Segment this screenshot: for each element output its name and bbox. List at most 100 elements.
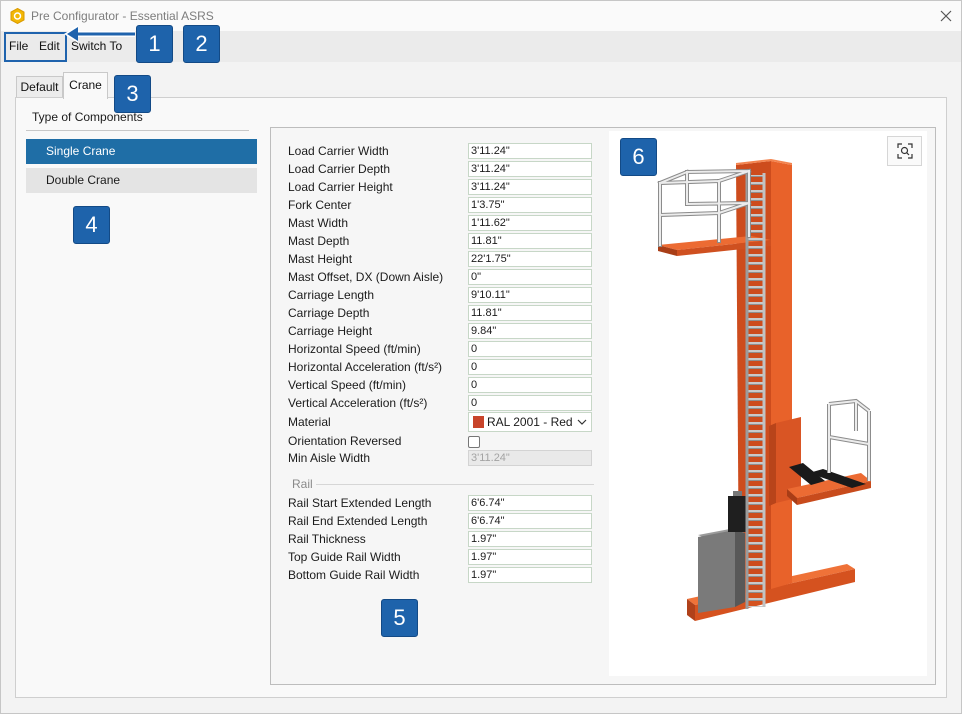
property-label: Load Carrier Width [288, 144, 389, 158]
property-label: Vertical Acceleration (ft/s²) [288, 396, 428, 410]
property-label: Mast Depth [288, 234, 350, 248]
property-row: Rail Start Extended Length [288, 494, 594, 512]
top-guide-rail-width-input[interactable] [468, 549, 592, 565]
property-row: Mast Offset, DX (Down Aisle) [288, 268, 594, 286]
crane-upper-load-cage [657, 168, 752, 247]
property-row: Horizontal Speed (ft/min) [288, 340, 594, 358]
property-label: Material [288, 415, 331, 429]
property-label: Carriage Height [288, 324, 373, 338]
callout-badge-5: 5 [381, 599, 418, 637]
tab-default[interactable]: Default [16, 76, 63, 98]
callout-badge-3: 3 [114, 75, 151, 113]
property-row: Horizontal Acceleration (ft/s²) [288, 358, 594, 376]
property-row: Load Carrier Width [288, 142, 594, 160]
bottom-guide-rail-width-input[interactable] [468, 567, 592, 583]
horizontal-acceleration-input[interactable] [468, 359, 592, 375]
zoom-fit-button[interactable] [887, 136, 922, 166]
property-row: Carriage Depth [288, 304, 594, 322]
rail-end-extended-length-input[interactable] [468, 513, 592, 529]
property-label: Orientation Reversed [288, 434, 402, 448]
property-label: Carriage Length [288, 288, 375, 302]
property-row: Fork Center [288, 196, 594, 214]
orientation-reversed-checkbox[interactable] [468, 436, 480, 448]
chevron-down-icon [577, 419, 587, 425]
property-row: Mast Height [288, 250, 594, 268]
mast-offset-input[interactable] [468, 269, 592, 285]
property-row: Rail End Extended Length [288, 512, 594, 530]
tab-crane[interactable]: Crane [63, 72, 108, 99]
carriage-height-input[interactable] [468, 323, 592, 339]
close-icon [940, 10, 952, 22]
mast-height-input[interactable] [468, 251, 592, 267]
list-item-double-crane[interactable]: Double Crane [26, 168, 257, 193]
crane-3d-model [657, 159, 871, 621]
min-aisle-width-input [468, 450, 592, 466]
zoom-fit-icon [897, 143, 913, 159]
mast-width-input[interactable] [468, 215, 592, 231]
property-row: Rail Thickness [288, 530, 594, 548]
property-label: Mast Height [288, 252, 353, 266]
property-row: Top Guide Rail Width [288, 548, 594, 566]
property-row: Orientation Reversed [288, 432, 594, 450]
property-label: Load Carrier Height [288, 180, 393, 194]
property-row: Bottom Guide Rail Width [288, 566, 594, 584]
property-label: Load Carrier Depth [288, 162, 391, 176]
property-row: Min Aisle Width [288, 449, 594, 467]
window-title: Pre Configurator - Essential ASRS [31, 9, 214, 23]
crane-control-cabinet [698, 528, 745, 613]
callout-badge-4: 4 [73, 206, 110, 244]
property-label: Horizontal Acceleration (ft/s²) [288, 360, 443, 374]
material-value: RAL 2001 - Red [487, 415, 573, 429]
rail-start-extended-length-input[interactable] [468, 495, 592, 511]
property-row: Carriage Height [288, 322, 594, 340]
property-label: Fork Center [288, 198, 352, 212]
property-label: Rail Thickness [288, 532, 366, 546]
rail-section-divider [316, 484, 594, 485]
rail-thickness-input[interactable] [468, 531, 592, 547]
property-row: Mast Width [288, 214, 594, 232]
callout-badge-6: 6 [620, 138, 657, 176]
property-row: Mast Depth [288, 232, 594, 250]
property-label: Rail Start Extended Length [288, 496, 432, 510]
load-carrier-width-input[interactable] [468, 143, 592, 159]
fork-center-input[interactable] [468, 197, 592, 213]
configurator-window: Pre Configurator - Essential ASRS File E… [0, 0, 962, 714]
property-row: Load Carrier Height [288, 178, 594, 196]
carriage-length-input[interactable] [468, 287, 592, 303]
property-label: Carriage Depth [288, 306, 370, 320]
property-label: Top Guide Rail Width [288, 550, 401, 564]
vertical-speed-input[interactable] [468, 377, 592, 393]
property-label: Mast Offset, DX (Down Aisle) [288, 270, 444, 284]
vertical-acceleration-input[interactable] [468, 395, 592, 411]
property-label: Horizontal Speed (ft/min) [288, 342, 421, 356]
material-dropdown[interactable]: RAL 2001 - Red [468, 412, 592, 432]
horizontal-speed-input[interactable] [468, 341, 592, 357]
close-button[interactable] [936, 6, 956, 26]
material-swatch [473, 416, 484, 428]
mast-depth-input[interactable] [468, 233, 592, 249]
property-label: Min Aisle Width [288, 451, 371, 465]
components-divider [26, 130, 249, 131]
property-label: Rail End Extended Length [288, 514, 428, 528]
rail-section-heading: Rail [292, 477, 313, 491]
app-hexagon-icon [10, 7, 25, 25]
crane-motor-box [728, 491, 746, 532]
property-row: Carriage Length [288, 286, 594, 304]
menu-switch-to[interactable]: Switch To [71, 39, 122, 54]
callout-badge-2: 2 [183, 25, 220, 63]
property-row: Vertical Speed (ft/min) [288, 376, 594, 394]
load-carrier-height-input[interactable] [468, 179, 592, 195]
property-row: Load Carrier Depth [288, 160, 594, 178]
crane-ladder [745, 173, 766, 609]
property-label: Vertical Speed (ft/min) [288, 378, 407, 392]
property-row: Material RAL 2001 - Red [288, 412, 594, 432]
load-carrier-depth-input[interactable] [468, 161, 592, 177]
property-label: Bottom Guide Rail Width [288, 568, 420, 582]
list-item-single-crane[interactable]: Single Crane [26, 139, 257, 164]
property-label: Mast Width [288, 216, 349, 230]
3d-viewer[interactable] [609, 131, 927, 676]
crane-lower-load-cage [827, 398, 871, 481]
carriage-depth-input[interactable] [468, 305, 592, 321]
callout-badge-1: 1 [136, 25, 173, 63]
property-row: Vertical Acceleration (ft/s²) [288, 394, 594, 412]
